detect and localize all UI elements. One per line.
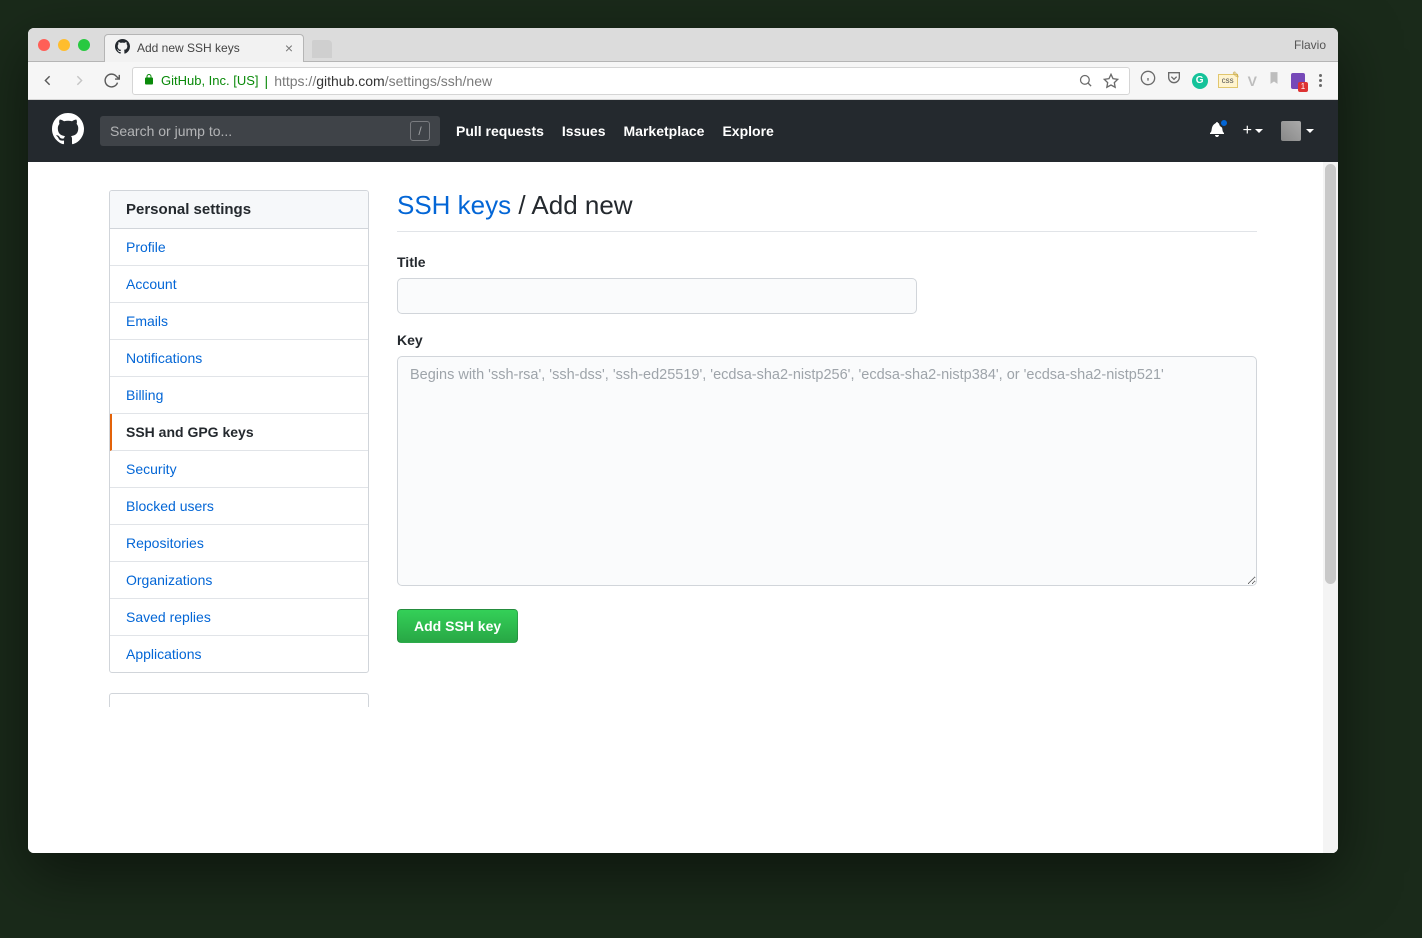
browser-tab[interactable]: Add new SSH keys × — [104, 34, 304, 62]
css-extension-icon[interactable]: css✎ — [1218, 74, 1238, 88]
browser-window: Add new SSH keys × Flavio GitHub, Inc. [… — [28, 28, 1338, 853]
sidebar-item-saved-replies[interactable]: Saved replies — [110, 599, 368, 636]
page-title: SSH keys / Add new — [397, 190, 1257, 232]
sidebar-item-security[interactable]: Security — [110, 451, 368, 488]
page-content: Personal settings Profile Account Emails… — [28, 162, 1338, 853]
github-header: / Pull requests Issues Marketplace Explo… — [28, 100, 1338, 162]
nav-pull-requests[interactable]: Pull requests — [456, 123, 544, 139]
settings-sidebar: Personal settings Profile Account Emails… — [109, 190, 369, 707]
notifications-button[interactable] — [1209, 121, 1225, 142]
forward-button[interactable] — [68, 70, 90, 92]
sidebar-item-notifications[interactable]: Notifications — [110, 340, 368, 377]
browser-profile-name[interactable]: Flavio — [1294, 38, 1326, 52]
github-favicon-icon — [115, 39, 130, 57]
scrollbar-track[interactable] — [1323, 162, 1338, 853]
purple-extension-icon[interactable] — [1291, 73, 1305, 89]
sidebar-item-applications[interactable]: Applications — [110, 636, 368, 672]
settings-menu: Personal settings Profile Account Emails… — [109, 190, 369, 673]
sidebar-item-account[interactable]: Account — [110, 266, 368, 303]
close-tab-button[interactable]: × — [285, 40, 293, 56]
title-field-group: Title — [397, 254, 1257, 314]
reload-button[interactable] — [100, 70, 122, 92]
title-input[interactable] — [397, 278, 917, 314]
nav-explore[interactable]: Explore — [722, 123, 773, 139]
sidebar-item-organizations[interactable]: Organizations — [110, 562, 368, 599]
scrollbar-thumb[interactable] — [1325, 164, 1336, 584]
pocket-icon[interactable] — [1166, 70, 1182, 91]
slash-shortcut-badge: / — [410, 121, 430, 141]
sidebar-item-emails[interactable]: Emails — [110, 303, 368, 340]
sidebar-item-blocked[interactable]: Blocked users — [110, 488, 368, 525]
plus-icon: + — [1243, 122, 1252, 140]
sidebar-item-billing[interactable]: Billing — [110, 377, 368, 414]
title-label: Title — [397, 254, 1257, 270]
zoom-icon[interactable] — [1078, 73, 1093, 88]
notification-indicator-icon — [1219, 118, 1229, 128]
sidebar-item-profile[interactable]: Profile — [110, 229, 368, 266]
sidebar-item-ssh-gpg: SSH and GPG keys — [110, 414, 368, 451]
minimize-window-button[interactable] — [58, 39, 70, 51]
header-right: + — [1209, 121, 1314, 142]
avatar — [1281, 121, 1301, 141]
breadcrumb-current: Add new — [531, 190, 632, 220]
vue-extension-icon[interactable]: V — [1248, 73, 1257, 89]
tab-title: Add new SSH keys — [137, 41, 278, 55]
nav-issues[interactable]: Issues — [562, 123, 606, 139]
main-content: SSH keys / Add new Title Key Add SSH key — [397, 190, 1257, 707]
primary-nav: Pull requests Issues Marketplace Explore — [456, 123, 774, 139]
address-bar-actions — [1078, 73, 1119, 89]
maximize-window-button[interactable] — [78, 39, 90, 51]
close-window-button[interactable] — [38, 39, 50, 51]
back-button[interactable] — [36, 70, 58, 92]
address-bar[interactable]: GitHub, Inc. [US] | https://github.com/s… — [132, 67, 1130, 95]
url-separator: | — [265, 73, 269, 89]
breadcrumb-ssh-keys[interactable]: SSH keys — [397, 190, 511, 220]
sidebar-item-repositories[interactable]: Repositories — [110, 525, 368, 562]
lock-icon — [143, 73, 155, 89]
user-menu-dropdown[interactable] — [1281, 121, 1314, 141]
tab-strip: Add new SSH keys × Flavio — [28, 28, 1338, 62]
search-input[interactable] — [110, 123, 410, 139]
add-ssh-key-button[interactable]: Add SSH key — [397, 609, 518, 643]
key-label: Key — [397, 332, 1257, 348]
github-search[interactable]: / — [100, 116, 440, 146]
info-icon[interactable] — [1140, 70, 1156, 91]
bookmark-extension-icon[interactable] — [1267, 70, 1281, 91]
new-tab-button[interactable] — [312, 40, 332, 58]
caret-down-icon — [1306, 129, 1314, 133]
settings-menu-secondary — [109, 693, 369, 707]
create-new-dropdown[interactable]: + — [1243, 122, 1263, 140]
url-text: https://github.com/settings/ssh/new — [274, 73, 492, 89]
cert-company: GitHub, Inc. [US] — [161, 73, 259, 88]
menu-header: Personal settings — [110, 191, 368, 229]
key-textarea[interactable] — [397, 356, 1257, 586]
extension-icons: G css✎ V — [1140, 70, 1330, 91]
grammarly-icon[interactable]: G — [1192, 73, 1208, 89]
window-controls — [38, 39, 90, 51]
browser-menu-button[interactable] — [1315, 74, 1326, 87]
caret-down-icon — [1255, 129, 1263, 133]
browser-toolbar: GitHub, Inc. [US] | https://github.com/s… — [28, 62, 1338, 100]
key-field-group: Key — [397, 332, 1257, 591]
github-logo[interactable] — [52, 113, 84, 150]
breadcrumb-separator: / — [511, 190, 531, 220]
star-icon[interactable] — [1103, 73, 1119, 89]
nav-marketplace[interactable]: Marketplace — [624, 123, 705, 139]
